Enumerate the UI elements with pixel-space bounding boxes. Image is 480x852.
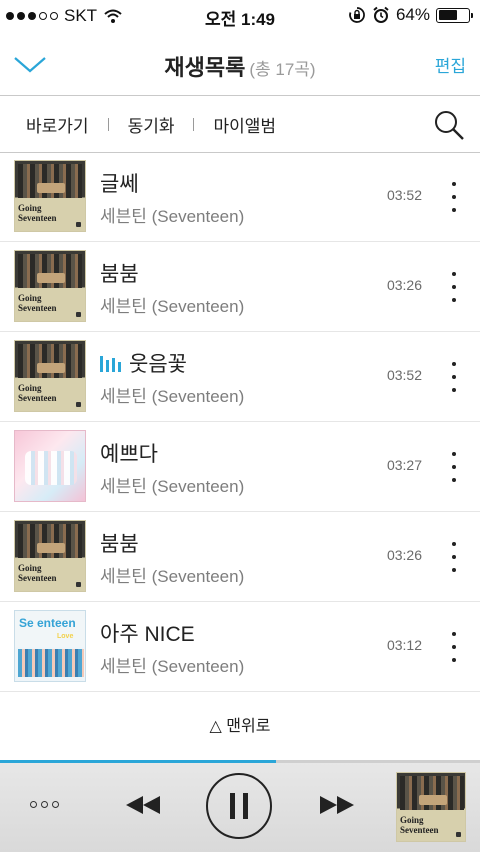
nav-my-album[interactable]: 마이앨범 <box>213 112 276 137</box>
song-title: 웃음꽃 <box>100 348 187 378</box>
track-count: (총 17곡) <box>249 60 316 79</box>
song-row[interactable]: 예쁘다세븐틴 (Seventeen) 03:27 <box>0 422 480 512</box>
now-playing-album-art[interactable]: Going Seventeen <box>396 772 466 842</box>
album-art-text: Going <box>18 203 42 213</box>
album-art-text: Se enteen <box>19 616 76 630</box>
song-title-text: 웃음꽃 <box>129 353 187 376</box>
song-artist: 세븐틴 (Seventeen) <box>100 567 245 586</box>
song-artist: 세븐틴 (Seventeen) <box>100 657 245 676</box>
player-more-icon[interactable] <box>30 801 59 808</box>
album-art: Going Seventeen <box>14 340 86 412</box>
edit-button[interactable]: 편집 <box>435 52 466 77</box>
song-row[interactable]: Going Seventeen 붐붐세븐틴 (Seventeen) 03:26 <box>0 512 480 602</box>
next-track-icon[interactable] <box>318 794 356 816</box>
song-title: 예쁘다 <box>100 438 158 468</box>
alarm-icon <box>373 6 389 23</box>
song-artist: 세븐틴 (Seventeen) <box>100 387 245 406</box>
album-art-text: Going <box>400 815 424 825</box>
song-more-options-icon[interactable] <box>450 362 458 392</box>
song-more-options-icon[interactable] <box>450 542 458 572</box>
song-title-text: 붐붐 <box>100 263 139 286</box>
song-title: 붐붐 <box>100 528 139 558</box>
song-row[interactable]: Going Seventeen 글쎄세븐틴 (Seventeen) 03:52 <box>0 152 480 242</box>
pause-button[interactable] <box>206 773 272 839</box>
song-duration: 03:52 <box>386 367 422 383</box>
nav-divider <box>107 118 109 131</box>
album-art: Going Seventeen <box>14 250 86 322</box>
album-art-text: Going <box>18 293 42 303</box>
nav-divider <box>193 118 195 131</box>
playlist-header: 재생목록 (총 17곡) 편집 <box>0 32 480 96</box>
song-title-text: 글쎄 <box>100 173 139 196</box>
song-more-options-icon[interactable] <box>450 182 458 212</box>
search-icon[interactable] <box>432 108 466 142</box>
album-art-text: Going <box>18 383 42 393</box>
song-duration: 03:52 <box>386 187 422 203</box>
previous-track-icon[interactable] <box>124 794 162 816</box>
song-title-text: 예쁘다 <box>100 443 158 466</box>
album-art-text: Going <box>18 563 42 573</box>
status-right: 64% <box>348 5 473 25</box>
song-row[interactable]: Se enteen Love 아주 NICE 세븐틴 (Seventeen) 03:12 <box>0 602 480 692</box>
song-artist: 세븐틴 (Seventeen) <box>100 297 245 316</box>
song-list: Going Seventeen 글쎄 세븐틴 (Seventeen) 03:52 Goin… <box>0 152 480 692</box>
album-art-text: Love <box>57 633 74 640</box>
song-title-text: 붐붐 <box>100 533 139 556</box>
album-art-text: Seventeen <box>18 213 57 223</box>
now-playing-equalizer-icon <box>100 356 121 372</box>
battery-icon <box>436 7 473 23</box>
album-art-text: Seventeen <box>18 393 57 403</box>
song-artist: 세븐틴 (Seventeen) <box>100 207 245 226</box>
song-title: 글쎄 <box>100 168 139 198</box>
header-title-group: 재생목록 (총 17곡) <box>0 50 480 82</box>
song-more-options-icon[interactable] <box>450 272 458 302</box>
battery-percent: 64% <box>395 5 430 24</box>
album-art: Going Seventeen <box>14 520 86 592</box>
album-art-text: Seventeen <box>400 825 439 835</box>
nav-shortcut[interactable]: 바로가기 <box>26 112 89 137</box>
album-art <box>14 430 86 502</box>
page-title: 재생목록 <box>164 55 246 80</box>
album-art: Se enteen Love <box>14 610 86 682</box>
song-duration: 03:27 <box>386 457 422 473</box>
rotation-lock-icon <box>349 7 365 23</box>
mini-player: Going Seventeen <box>0 763 480 852</box>
status-bar: SKT 오전 1:49 64% <box>0 0 480 32</box>
album-art-text: Seventeen <box>18 573 57 583</box>
song-row[interactable]: Going Seventeen 붐붐세븐틴 (Seventeen) 03:26 <box>0 242 480 332</box>
scroll-to-top-button[interactable]: △ 맨위로 <box>0 712 480 736</box>
song-duration: 03:12 <box>386 637 422 653</box>
nav-sync[interactable]: 동기화 <box>128 112 175 137</box>
song-title: 붐붐 <box>100 258 139 288</box>
song-title: 아주 NICE <box>100 618 195 648</box>
album-art-text: Seventeen <box>18 303 57 313</box>
song-artist: 세븐틴 (Seventeen) <box>100 477 245 496</box>
song-duration: 03:26 <box>386 277 422 293</box>
song-duration: 03:26 <box>386 547 422 563</box>
song-row[interactable]: Going Seventeen 웃음꽃세븐틴 (Seventeen) 03:52 <box>0 332 480 422</box>
sub-navigation: 바로가기 동기화 마이앨범 <box>0 97 480 153</box>
song-title-text: 아주 NICE <box>100 623 195 646</box>
song-more-options-icon[interactable] <box>450 632 458 662</box>
album-art: Going Seventeen <box>14 160 86 232</box>
song-more-options-icon[interactable] <box>450 452 458 482</box>
